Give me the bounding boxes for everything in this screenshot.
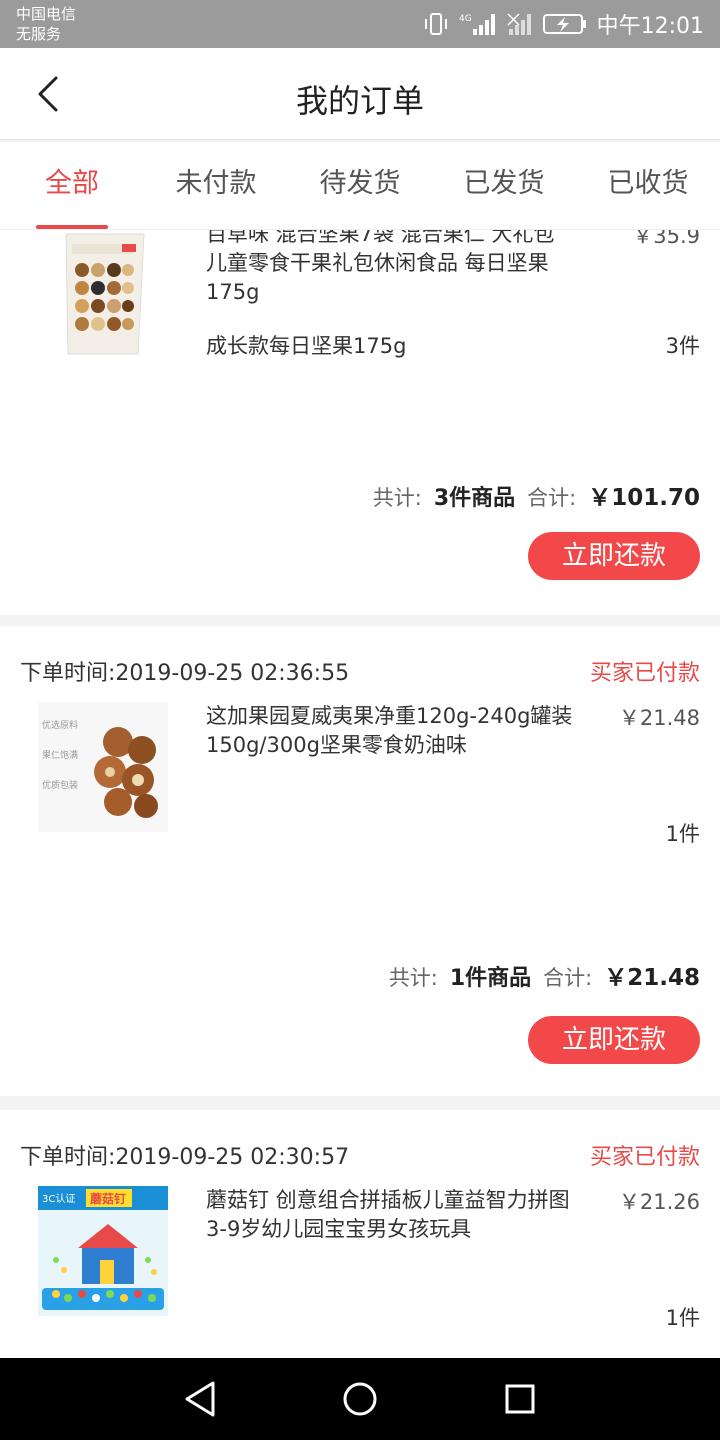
triangle-back-icon [185,1381,215,1417]
tab-all[interactable]: 全部 [0,142,144,229]
clock: 中午12:01 [596,14,704,39]
thumb-line-1: 优选原料 [42,719,78,731]
network-type: 4G [459,14,472,24]
count-label: 共计: [372,486,422,510]
product-price: ￥35.9 [632,230,700,248]
order-card: 下单时间:2019-09-25 02:36:55 买家已付款 优选原料 果仁饱满… [0,626,720,1096]
order-list[interactable]: 百草味 混合坚果7袋 混合果仁 大礼包 儿童零食干果礼包休闲食品 每日坚果175… [0,230,720,1358]
order-time: 下单时间:2019-09-25 02:30:57 [20,1139,349,1171]
pegboard-toy-image: 3C认证 蘑菇钉 [38,1186,168,1316]
order-tabs: 全部 未付款 待发货 已发货 已收货 [0,142,720,230]
circle-home-icon [343,1382,377,1416]
order-total: ￥101.70 [588,485,700,511]
thumb-brand: 蘑菇钉 [90,1191,126,1206]
order-summary: 共计: 1件商品 合计: ￥21.48 [389,958,700,992]
order-time-label: 下单时间: [20,1145,116,1170]
repay-now-button[interactable]: 立即还款 [528,1016,700,1064]
nav-home-button[interactable] [335,1374,385,1424]
status-bar: 中国电信 无服务 4G 中午12:01 [0,0,720,48]
order-time: 下单时间:2019-09-25 02:36:55 [20,655,349,687]
vibrate-icon [423,11,449,37]
order-card: 下单时间:2019-09-25 02:30:57 买家已付款 3C认证 蘑菇钉 [0,1110,720,1358]
tab-received[interactable]: 已收货 [576,142,720,229]
product-thumbnail[interactable] [38,230,168,360]
system-nav-bar [0,1358,720,1440]
thumb-line-2: 果仁饱满 [42,749,78,761]
item-count: 3件商品 [433,486,516,511]
order-status: 买家已付款 [589,1145,700,1170]
product-title: 百草味 混合坚果7袋 混合果仁 大礼包 儿童零食干果礼包休闲食品 每日坚果175… [206,230,555,304]
page-title: 我的订单 [295,83,424,119]
macadamia-image: 优选原料 果仁饱满 优质包装 [38,702,168,832]
item-count: 1件商品 [449,966,532,991]
tab-unpaid[interactable]: 未付款 [144,142,288,229]
total-label: 合计: [527,486,577,510]
product-thumbnail[interactable]: 优选原料 果仁饱满 优质包装 [38,702,168,832]
count-label: 共计: [388,966,438,990]
product-quantity: 1件 [665,822,700,846]
order-total: ￥21.48 [604,965,700,991]
order-status: 买家已付款 [589,661,700,686]
tab-shipped[interactable]: 已发货 [432,142,576,229]
nav-recents-button[interactable] [495,1374,545,1424]
nut-bag-image [38,230,168,360]
nav-back-button[interactable] [175,1374,225,1424]
signal-icon: 4G [459,11,497,37]
product-title: 这加果园夏威夷果净重120g-240g罐装150g/300g坚果零食奶油味 [206,704,573,757]
thumb-line-3: 优质包装 [42,779,78,791]
product-spec: 成长款每日坚果175g [206,334,407,358]
product-thumbnail[interactable]: 3C认证 蘑菇钉 [38,1186,168,1316]
order-card: 百草味 混合坚果7袋 混合果仁 大礼包 儿童零食干果礼包休闲食品 每日坚果175… [0,230,720,615]
carrier-name: 中国电信 [16,5,77,23]
app-header: 我的订单 [0,48,720,140]
service-status: 无服务 [16,25,62,43]
thumb-badge: 3C认证 [42,1192,75,1205]
order-time-label: 下单时间: [20,661,116,686]
product-price: ￥21.48 [618,706,700,730]
order-time-value: 2019-09-25 02:36:55 [115,661,350,686]
battery-charging-icon [542,12,587,36]
order-header: 下单时间:2019-09-25 02:36:55 买家已付款 [20,656,700,686]
signal-empty-icon [507,11,533,37]
status-icons: 4G 中午12:01 [423,0,704,48]
total-label: 合计: [543,966,593,990]
product-quantity: 3件 [665,334,700,358]
order-summary: 共计: 3件商品 合计: ￥101.70 [373,478,700,512]
product-title: 蘑菇钉 创意组合拼插板儿童益智力拼图3-9岁幼儿园宝宝男女孩玩具 [206,1188,570,1241]
carrier-info: 中国电信 无服务 [16,4,76,44]
order-time-value: 2019-09-25 02:30:57 [115,1145,350,1170]
product-price: ￥21.26 [618,1190,700,1214]
repay-now-button[interactable]: 立即还款 [528,532,700,580]
product-quantity: 1件 [665,1306,700,1330]
tab-to-ship[interactable]: 待发货 [288,142,432,229]
square-recents-icon [505,1384,535,1414]
order-header: 下单时间:2019-09-25 02:30:57 买家已付款 [20,1140,700,1170]
